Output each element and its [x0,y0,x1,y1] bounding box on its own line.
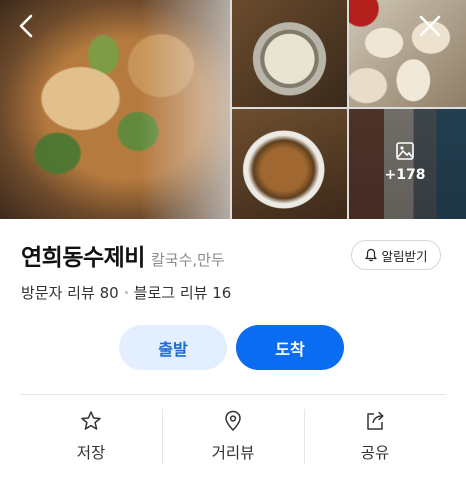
review-summary: 방문자 리뷰 80 블로그 리뷰 16 [21,282,231,303]
blog-review-count: 16 [212,283,232,302]
alarm-button[interactable]: 알림받기 [351,240,441,270]
star-icon [81,411,101,430]
close-icon [419,15,441,37]
action-bar: 저장 거리뷰 공유 [20,395,446,475]
streetview-label: 거리뷰 [211,444,255,462]
noodle-photo[interactable] [232,109,347,219]
title-row: 연희동수제비 칼국수,만두 [21,238,225,272]
back-button[interactable] [10,10,42,42]
more-photos-overlay[interactable] [349,109,466,219]
place-category: 칼국수,만두 [150,251,225,269]
share-icon [367,411,384,430]
close-button[interactable] [414,10,446,42]
streetview-button[interactable]: 거리뷰 [162,395,304,475]
save-button[interactable]: 저장 [20,395,162,475]
share-label: 공유 [360,444,390,462]
separator-dot [124,291,128,294]
chevron-left-icon [19,14,33,38]
blog-review-label[interactable]: 블로그 리뷰 [134,282,208,303]
location-pin-icon [225,410,241,432]
bell-icon [365,248,378,262]
dumpling-photo[interactable] [349,0,466,107]
place-name: 연희동수제비 [21,245,145,271]
route-arrive-button[interactable]: 도착 [236,325,344,370]
share-button[interactable]: 공유 [304,395,446,475]
route-start-button[interactable]: 출발 [119,325,227,370]
save-label: 저장 [76,444,106,462]
alarm-label: 알림받기 [381,248,428,264]
photo-gallery[interactable]: +178 [0,0,466,219]
image-icon [396,142,414,160]
visitor-review-label[interactable]: 방문자 리뷰 [21,282,95,303]
more-photos-count: +178 [384,167,426,183]
soup-photo[interactable] [232,0,347,107]
visitor-review-count: 80 [99,283,119,302]
